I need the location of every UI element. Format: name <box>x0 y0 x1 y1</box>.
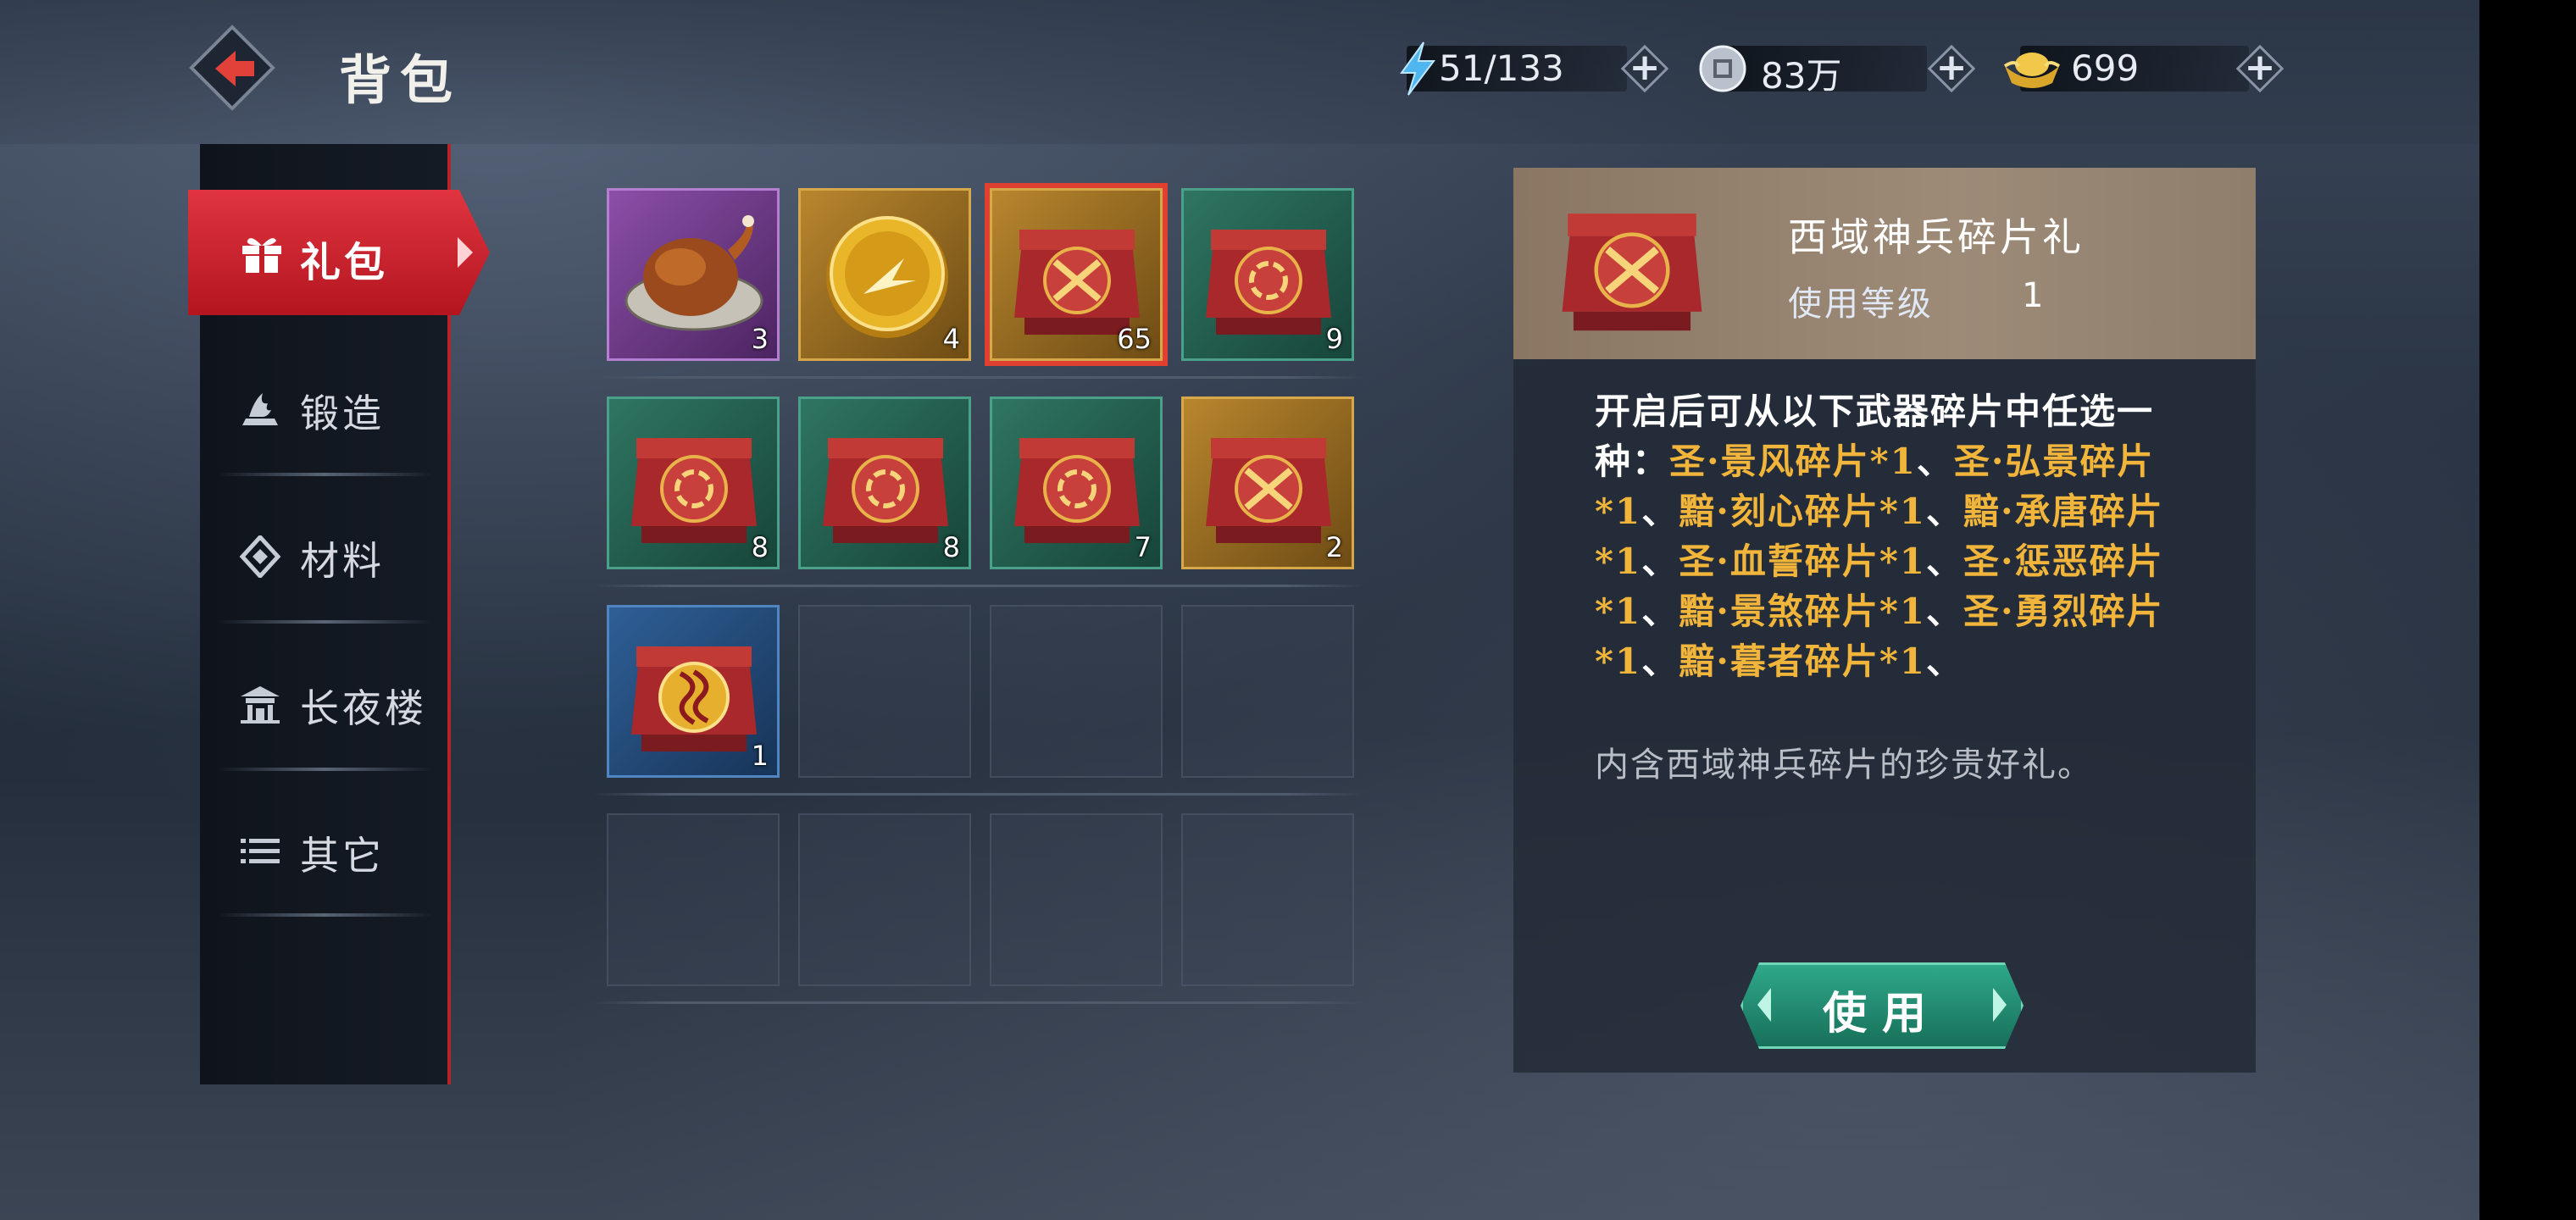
roast-chicken-icon <box>625 215 763 331</box>
gold-value: 699 <box>2071 47 2140 89</box>
empty-slot[interactable] <box>798 605 971 778</box>
nav-item-other[interactable]: 其它 <box>200 786 449 913</box>
screen-edge-bar <box>2479 0 2576 1220</box>
silver-resource: 83万 <box>1695 41 1949 97</box>
nav-label: 礼包 <box>300 239 389 286</box>
use-level-value: 1 <box>2022 276 2044 315</box>
gold-resource: 699 <box>2000 41 2254 97</box>
empty-slot[interactable] <box>1181 605 1354 778</box>
nav-label: 长夜楼 <box>300 685 427 731</box>
add-energy-button[interactable]: + <box>1618 42 1671 95</box>
nav-label: 材料 <box>300 538 385 584</box>
add-silver-button[interactable]: + <box>1925 42 1978 95</box>
item-description: 开启后可从以下武器碎片中任选一种：圣·景风碎片*1、圣·弘景碎片*1、黯·刻心碎… <box>1595 391 2164 682</box>
page-title: 背包 <box>339 49 462 111</box>
swirl-chest-icon <box>631 438 757 543</box>
use-button-label: 使用 <box>1822 988 1941 1040</box>
gift-icon <box>242 238 281 273</box>
swirl-chest-icon <box>823 438 948 543</box>
inventory-slot[interactable]: 1 <box>607 605 780 778</box>
empty-slot[interactable] <box>798 813 971 986</box>
gold-token-icon <box>826 216 948 338</box>
forge-icon <box>242 393 278 425</box>
inventory-slot[interactable]: 3 <box>607 188 780 361</box>
energy-value: 51/133 <box>1439 47 1564 89</box>
grid-row-divider <box>593 585 1364 587</box>
use-level-label: 使用等级 <box>1788 285 1934 324</box>
silver-value: 83万 <box>1761 55 1842 97</box>
nav-item-pavilion[interactable]: 长夜楼 <box>200 639 449 766</box>
empty-slot[interactable] <box>990 605 1163 778</box>
swirl-chest-icon <box>1206 230 1331 335</box>
add-gold-button[interactable]: + <box>2234 42 2286 95</box>
inventory-slot[interactable]: 8 <box>798 396 971 569</box>
grid-row-divider <box>593 793 1364 796</box>
inventory-slot-selected[interactable]: 65 <box>985 183 1168 366</box>
inventory-slot[interactable]: 8 <box>607 396 780 569</box>
energy-resource: 51/133 <box>1390 41 1644 97</box>
item-name: 西域神兵碎片礼 <box>1788 214 2085 260</box>
nav-item-forge[interactable]: 锻造 <box>200 344 449 471</box>
inventory-slot[interactable]: 2 <box>1181 396 1354 569</box>
use-button[interactable]: 使用 <box>1740 962 2024 1049</box>
gold-swirl-chest-icon <box>631 646 757 751</box>
nav-item-gift[interactable]: 礼包 <box>188 190 490 315</box>
list-icon <box>241 839 280 863</box>
back-arrow-icon <box>215 51 254 86</box>
item-detail-header: 西域神兵碎片礼 使用等级 1 <box>1513 168 2256 359</box>
grid-row-divider <box>593 376 1364 379</box>
pavilion-icon <box>241 686 280 724</box>
inventory-slot[interactable]: 7 <box>990 396 1163 569</box>
item-detail-panel: 西域神兵碎片礼 使用等级 1 开启后可从以下武器碎片中任选一种：圣·景风碎片*1… <box>1513 168 2256 1073</box>
lightning-icon <box>1400 42 1435 96</box>
inventory-slot[interactable]: 9 <box>1181 188 1354 361</box>
inventory-slot[interactable]: 4 <box>798 188 971 361</box>
nav-item-material[interactable]: 材料 <box>200 491 449 618</box>
empty-slot[interactable] <box>607 813 780 986</box>
grid-row-divider <box>593 1001 1364 1004</box>
swirl-chest-icon <box>1014 438 1140 543</box>
empty-slot[interactable] <box>990 813 1163 986</box>
material-icon <box>239 535 281 578</box>
nav-label: 锻造 <box>300 391 385 436</box>
gold-ingot-icon <box>2003 53 2061 88</box>
weapon-chest-icon <box>1206 438 1331 543</box>
empty-slot[interactable] <box>1181 813 1354 986</box>
nav-label: 其它 <box>300 833 385 879</box>
item-flavor-text: 内含西域神兵碎片的珍贵好礼。 <box>1595 746 2093 785</box>
top-bar: 背包 51/133 + 83万 + 699 + <box>0 0 2479 144</box>
silver-coin-icon <box>1699 45 1746 92</box>
back-button[interactable] <box>188 24 278 114</box>
weapon-chest-icon <box>1562 214 1702 331</box>
